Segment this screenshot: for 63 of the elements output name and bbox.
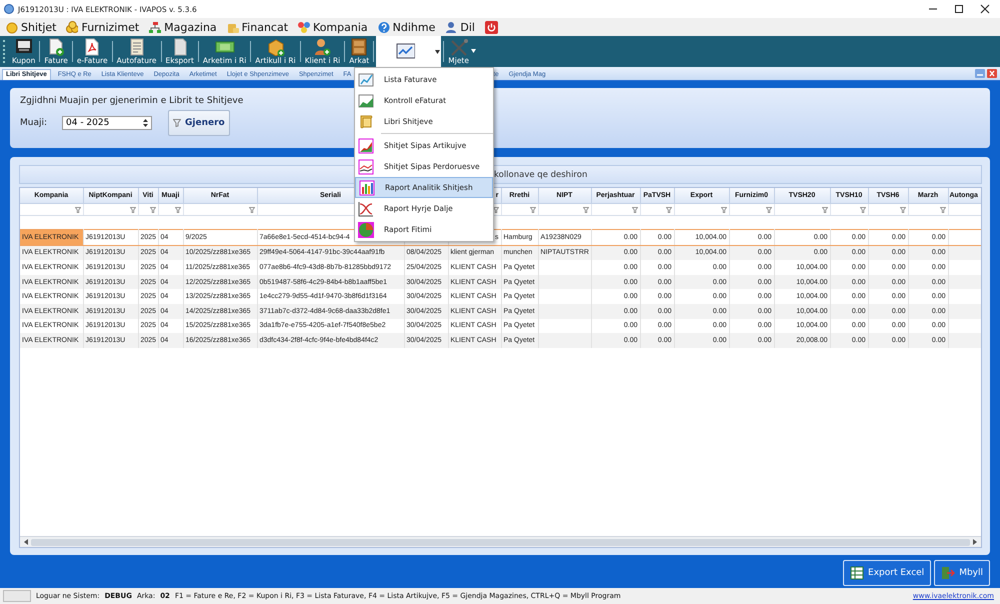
- filter-icon[interactable]: [150, 206, 156, 212]
- power-icon[interactable]: [484, 20, 498, 34]
- maximize-icon[interactable]: [954, 4, 964, 14]
- filter-icon[interactable]: [582, 206, 588, 212]
- prompt-text: Zgjidhni Muajin per gjenerimin e Librit te Shitjeve: [20, 96, 244, 106]
- bar-chart-icon: [359, 180, 375, 196]
- help-icon: [378, 20, 390, 34]
- filter-icon[interactable]: [666, 206, 672, 212]
- right-arrow-icon: [971, 538, 979, 546]
- menu-item[interactable]: Shitjet: [6, 20, 56, 34]
- close-icon[interactable]: [980, 4, 990, 14]
- line-chart-icon: [358, 158, 374, 174]
- month-label: Muaji:: [20, 118, 48, 128]
- filter-icon[interactable]: [720, 206, 726, 212]
- action-button[interactable]: Export Excel: [843, 560, 932, 586]
- filter-icon[interactable]: [248, 206, 254, 212]
- generate-button[interactable]: Gjenero: [168, 110, 230, 136]
- filter-icon[interactable]: [74, 206, 80, 212]
- person-icon: [445, 20, 458, 34]
- coin-icon: [6, 20, 18, 34]
- app-icon: [4, 4, 14, 14]
- cluster-icon: [298, 20, 310, 34]
- tools-icon: [448, 38, 469, 56]
- menu-item[interactable]: Ndihme: [378, 20, 436, 34]
- action-button[interactable]: Mbyll: [934, 560, 990, 586]
- line-chart-icon: [395, 42, 416, 60]
- line-chart-icon: [358, 72, 374, 88]
- scroll-icon: [358, 114, 374, 130]
- filter-icon[interactable]: [530, 206, 536, 212]
- cabinet-icon: [349, 38, 370, 56]
- exit-icon: [941, 566, 956, 580]
- caret-icon: [435, 50, 440, 54]
- spreadsheet-icon: [850, 566, 864, 580]
- filter-icon[interactable]: [900, 206, 906, 212]
- filter-icon[interactable]: [130, 206, 136, 212]
- filter-icon[interactable]: [174, 206, 180, 212]
- caret-icon: [471, 49, 476, 53]
- filter-icon[interactable]: [822, 206, 828, 212]
- box-plus-icon: [266, 38, 286, 56]
- menu-item[interactable]: Kompania: [298, 20, 368, 34]
- menu-item[interactable]: Dil: [445, 20, 475, 34]
- menu-item[interactable]: Furnizimet: [66, 20, 140, 34]
- filter-icon[interactable]: [632, 206, 638, 212]
- filter-icon: [173, 119, 181, 127]
- screen-icon: [14, 38, 34, 56]
- filter-icon[interactable]: [940, 206, 946, 212]
- left-arrow-icon: [22, 538, 30, 546]
- horizontal-scrollbar[interactable]: [20, 536, 981, 547]
- month-spinner[interactable]: 04 - 2025: [62, 116, 152, 130]
- pie-chart-icon: [358, 222, 374, 238]
- filter-icon[interactable]: [492, 206, 498, 212]
- person-plus-icon: [312, 38, 332, 56]
- menu-item[interactable]: Magazina: [149, 20, 217, 34]
- dropdown-button[interactable]: [376, 36, 442, 67]
- spin-arrows-icon: [142, 117, 149, 129]
- line-chart-icon: [358, 200, 374, 216]
- network-icon: [149, 20, 162, 34]
- menu-item[interactable]: Financat: [226, 20, 288, 34]
- area-chart-icon: [358, 138, 374, 154]
- coins-icon: [66, 20, 78, 34]
- area-chart-icon: [358, 92, 374, 108]
- filter-icon[interactable]: [860, 206, 866, 212]
- filter-icon[interactable]: [766, 206, 772, 212]
